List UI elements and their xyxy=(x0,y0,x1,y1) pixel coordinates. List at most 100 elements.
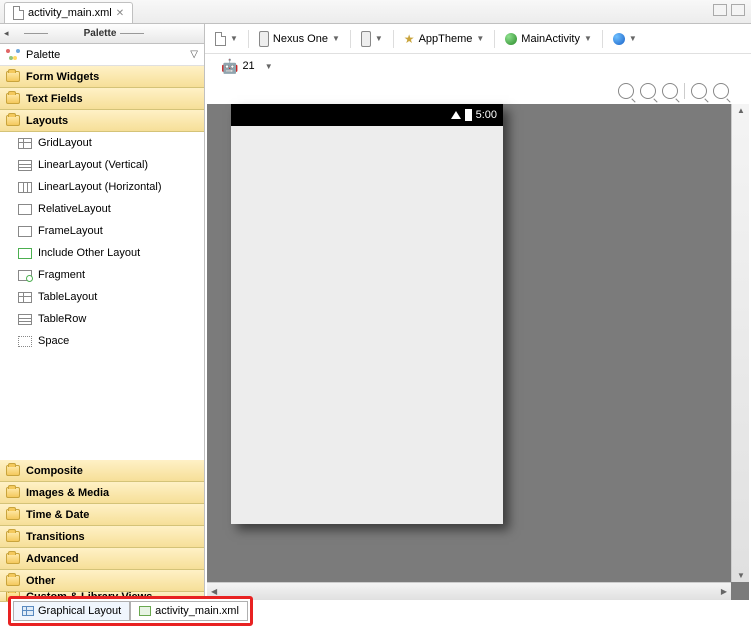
layout-icon xyxy=(18,204,32,215)
orientation-dropdown[interactable]: ▼ xyxy=(357,29,387,49)
zoom-fit-button[interactable] xyxy=(618,83,634,99)
category-text-fields[interactable]: Text Fields xyxy=(0,88,204,110)
layout-icon xyxy=(18,226,32,237)
activity-dropdown[interactable]: MainActivity▼ xyxy=(501,31,596,47)
collapse-icon[interactable]: ◂ xyxy=(4,28,9,39)
category-other[interactable]: Other xyxy=(0,570,204,592)
palette-label: Palette xyxy=(26,49,60,61)
zoom-controls xyxy=(205,78,751,104)
maximize-button[interactable] xyxy=(731,4,745,16)
android-icon: 🤖 xyxy=(221,58,238,75)
category-images-media[interactable]: Images & Media xyxy=(0,482,204,504)
category-label: Images & Media xyxy=(26,487,109,499)
folder-icon xyxy=(6,115,20,126)
config-dropdown[interactable]: ▼ xyxy=(211,30,242,48)
item-relativelayout[interactable]: RelativeLayout xyxy=(0,198,204,220)
palette-icon xyxy=(6,49,20,60)
clock: 5:00 xyxy=(476,109,497,121)
table-icon xyxy=(18,292,32,303)
layouts-items: GridLayout LinearLayout (Vertical) Linea… xyxy=(0,132,204,352)
config-icon xyxy=(215,32,226,46)
vertical-icon xyxy=(18,160,32,171)
item-linearlayout-horizontal[interactable]: LinearLayout (Horizontal) xyxy=(0,176,204,198)
item-include-other[interactable]: Include Other Layout xyxy=(0,242,204,264)
tab-xml-source[interactable]: activity_main.xml xyxy=(130,601,248,621)
palette-header: ◂ Palette xyxy=(0,24,204,44)
folder-icon xyxy=(6,71,20,82)
item-fragment[interactable]: Fragment xyxy=(0,264,204,286)
battery-icon xyxy=(465,109,472,121)
device-dropdown[interactable]: Nexus One▼ xyxy=(255,29,344,49)
api-bar: 🤖 21 ▼ xyxy=(205,54,751,78)
design-canvas: ▼ Nexus One▼ ▼ ★AppTheme▼ MainActivity▼ … xyxy=(205,24,751,602)
category-form-widgets[interactable]: Form Widgets xyxy=(0,66,204,88)
palette-header-label: Palette xyxy=(84,28,117,39)
folder-icon xyxy=(6,531,20,542)
vertical-scrollbar[interactable]: ▲ ▼ xyxy=(731,104,749,582)
globe-icon xyxy=(613,33,625,45)
category-label: Transitions xyxy=(26,531,85,543)
scroll-up-icon[interactable]: ▲ xyxy=(737,106,745,115)
zoom-in-button[interactable] xyxy=(713,83,729,99)
fragment-icon xyxy=(18,270,32,281)
item-linearlayout-vertical[interactable]: LinearLayout (Vertical) xyxy=(0,154,204,176)
category-label: Advanced xyxy=(26,553,79,565)
device-preview[interactable]: 5:00 xyxy=(231,104,503,524)
star-icon: ★ xyxy=(404,32,415,46)
item-gridlayout[interactable]: GridLayout xyxy=(0,132,204,154)
space-icon xyxy=(18,336,32,347)
category-transitions[interactable]: Transitions xyxy=(0,526,204,548)
folder-icon xyxy=(6,487,20,498)
tab-title: activity_main.xml xyxy=(28,7,112,19)
scroll-right-icon[interactable]: ▶ xyxy=(721,587,727,596)
tab-graphical-layout[interactable]: Graphical Layout xyxy=(13,601,130,621)
theme-dropdown[interactable]: ★AppTheme▼ xyxy=(400,30,489,48)
file-icon xyxy=(13,6,24,20)
file-tab[interactable]: activity_main.xml ✕ xyxy=(4,2,133,23)
category-label: Time & Date xyxy=(26,509,89,521)
palette-sidebar: ◂ Palette Palette ▽ Form Widgets Text Fi… xyxy=(0,24,205,602)
editor-tabs: activity_main.xml ✕ xyxy=(0,0,751,24)
zoom-out-button[interactable] xyxy=(691,83,707,99)
category-advanced[interactable]: Advanced xyxy=(0,548,204,570)
item-tablerow[interactable]: TableRow xyxy=(0,308,204,330)
grid-icon xyxy=(18,138,32,149)
category-time-date[interactable]: Time & Date xyxy=(0,504,204,526)
zoom-reset-button[interactable] xyxy=(640,83,656,99)
scroll-down-icon[interactable]: ▼ xyxy=(737,571,745,580)
category-composite[interactable]: Composite xyxy=(0,460,204,482)
status-bar: 5:00 xyxy=(231,104,503,126)
item-space[interactable]: Space xyxy=(0,330,204,352)
item-tablelayout[interactable]: TableLayout xyxy=(0,286,204,308)
item-framelayout[interactable]: FrameLayout xyxy=(0,220,204,242)
category-label: Composite xyxy=(26,465,83,477)
api-dropdown[interactable]: 🤖 21 ▼ xyxy=(217,56,277,77)
phone-icon xyxy=(259,31,269,47)
folder-icon xyxy=(6,575,20,586)
folder-icon xyxy=(6,465,20,476)
graphical-icon xyxy=(22,606,34,616)
wifi-icon xyxy=(451,111,461,119)
phone-icon xyxy=(361,31,371,47)
category-label: Other xyxy=(26,575,55,587)
editor-mode-tabs: Graphical Layout activity_main.xml xyxy=(8,596,253,626)
row-icon xyxy=(18,314,32,325)
category-label: Form Widgets xyxy=(26,71,99,83)
close-icon[interactable]: ✕ xyxy=(116,8,124,19)
horizontal-icon xyxy=(18,182,32,193)
palette-title-row[interactable]: Palette ▽ xyxy=(0,44,204,66)
expand-icon[interactable]: ▽ xyxy=(190,49,198,60)
include-icon xyxy=(18,248,32,259)
config-toolbar: ▼ Nexus One▼ ▼ ★AppTheme▼ MainActivity▼ … xyxy=(205,24,751,54)
horizontal-scrollbar[interactable]: ◀ ▶ xyxy=(207,582,731,600)
window-controls xyxy=(713,4,745,16)
preview-area: 5:00 ▲ ▼ ◀ ▶ xyxy=(207,104,749,600)
activity-icon xyxy=(505,33,517,45)
scroll-left-icon[interactable]: ◀ xyxy=(211,587,217,596)
minimize-button[interactable] xyxy=(713,4,727,16)
folder-icon xyxy=(6,509,20,520)
zoom-actual-button[interactable] xyxy=(662,83,678,99)
locale-dropdown[interactable]: ▼ xyxy=(609,31,641,47)
category-label: Layouts xyxy=(26,115,68,127)
category-layouts[interactable]: Layouts xyxy=(0,110,204,132)
